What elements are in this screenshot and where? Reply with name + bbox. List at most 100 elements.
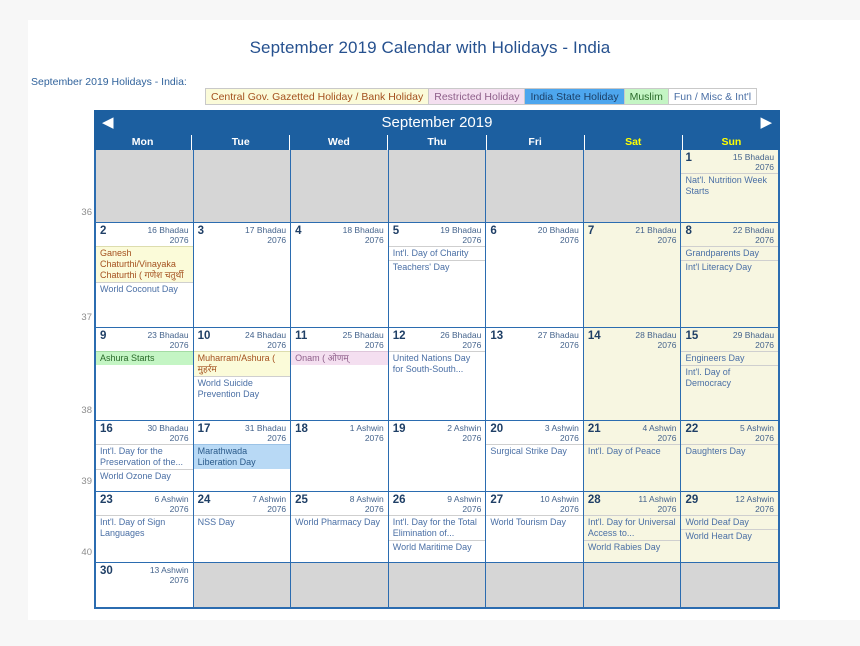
day-header: 26 9 Ashwin 2076 xyxy=(389,492,486,515)
next-month-arrow-icon[interactable]: ▶ xyxy=(760,115,772,130)
day-cell-19[interactable]: 19 2 Ashwin 2076 xyxy=(388,421,487,491)
day-cell-22[interactable]: 22 5 Ashwin 2076 Daughters Day xyxy=(681,421,779,491)
day-cell-10[interactable]: 10 24 Bhadau 2076 Muharram/Ashura ( मुहर्रम… xyxy=(193,328,292,420)
event-item[interactable]: Surgical Strike Day xyxy=(486,444,583,458)
event-item[interactable]: Marathwada Liberation Day xyxy=(193,444,291,469)
event-item[interactable]: World Deaf Day xyxy=(681,515,779,529)
day-cell-13[interactable]: 13 27 Bhadau 2076 xyxy=(486,328,584,420)
calendar-widget: ◀ September 2019 ▶ Mon Tue Wed Thu Fri Sat Sun… xyxy=(94,110,780,609)
hindu-calendar-date: 30 Bhadau 2076 xyxy=(147,423,189,443)
event-item[interactable]: Int'l. Day of Democracy xyxy=(681,365,779,390)
day-cell-24[interactable]: 24 7 Ashwin 2076 NSS Day xyxy=(193,492,292,562)
day-cell-14[interactable]: 14 28 Bhadau 2076 xyxy=(583,328,682,420)
calendar-page: September 2019 Calendar with Holidays - … xyxy=(0,0,860,646)
day-header: 5 19 Bhadau 2076 xyxy=(389,223,486,246)
day-header-tue: Tue xyxy=(192,135,291,150)
event-item[interactable]: World Coconut Day xyxy=(96,282,193,296)
day-cell-29[interactable]: 29 12 Ashwin 2076 World Deaf Day World Heart… xyxy=(681,492,779,562)
day-cell-15[interactable]: 15 29 Bhadau 2076 Engineers Day Int'l. Day o… xyxy=(681,328,779,420)
week-row: 2 16 Bhadau 2076 Ganesh Chaturthi/Vinayaka … xyxy=(96,223,779,328)
day-header: 24 7 Ashwin 2076 xyxy=(194,492,291,515)
event-item[interactable]: World Pharmacy Day xyxy=(291,515,388,529)
day-events: World Pharmacy Day xyxy=(291,515,388,529)
event-item[interactable]: United Nations Day for South-South... xyxy=(388,351,486,376)
event-item[interactable]: Ganesh Chaturthi/Vinayaka Chaturthi ( गण… xyxy=(96,246,193,282)
day-number: 24 xyxy=(197,494,211,506)
hindu-date-year: 2076 xyxy=(169,340,189,350)
event-item[interactable]: Int'l. Day of Peace xyxy=(583,444,681,458)
hindu-date-year: 2076 xyxy=(169,235,189,245)
event-item[interactable]: Int'l. Day of Charity xyxy=(388,246,486,260)
event-item[interactable]: Int'l. Day for the Preservation of the..… xyxy=(96,444,193,469)
day-cell-11[interactable]: 11 25 Bhadau 2076 Onam ( ओणम् xyxy=(291,328,389,420)
event-item[interactable]: Grandparents Day xyxy=(681,246,779,260)
day-events: NSS Day xyxy=(193,515,291,529)
event-item[interactable]: Int'l. Day for Universal Access to... xyxy=(583,515,681,540)
hindu-date-day-month: 24 Bhadau xyxy=(245,330,287,340)
event-item[interactable]: Int'l Literacy Day xyxy=(681,260,779,274)
day-cell-4[interactable]: 4 18 Bhadau 2076 xyxy=(291,223,389,327)
hindu-date-year: 2076 xyxy=(755,504,775,514)
week-number: 36 xyxy=(81,207,92,218)
event-item[interactable]: NSS Day xyxy=(193,515,291,529)
day-cell-6[interactable]: 6 20 Bhadau 2076 xyxy=(486,223,584,327)
day-cell-9[interactable]: 9 23 Bhadau 2076 Ashura Starts xyxy=(96,328,194,420)
event-item[interactable]: World Maritime Day xyxy=(388,540,486,554)
hindu-date-day-month: 2 Ashwin xyxy=(447,423,482,433)
day-cell-18[interactable]: 18 1 Ashwin 2076 xyxy=(291,421,389,491)
event-item[interactable]: World Tourism Day xyxy=(486,515,583,529)
day-cell-5[interactable]: 5 19 Bhadau 2076 Int'l. Day of Charity Teach… xyxy=(388,223,487,327)
day-cell-21[interactable]: 21 4 Ashwin 2076 Int'l. Day of Peace xyxy=(583,421,682,491)
page-title: September 2019 Calendar with Holidays - … xyxy=(249,38,611,57)
hindu-date-year: 2076 xyxy=(657,340,677,350)
day-header: 20 3 Ashwin 2076 xyxy=(486,421,583,444)
event-item[interactable]: Int'l. Day of Sign Languages xyxy=(96,515,193,540)
day-cell-26[interactable]: 26 9 Ashwin 2076 Int'l. Day for the Total E… xyxy=(388,492,487,562)
day-events: Int'l. Day of Peace xyxy=(583,444,681,458)
day-cell-30[interactable]: 30 13 Ashwin 2076 xyxy=(96,563,194,607)
day-header: 16 30 Bhadau 2076 xyxy=(96,421,193,444)
prev-month-arrow-icon[interactable]: ◀ xyxy=(102,115,114,130)
event-item[interactable]: Int'l. Day for the Total Elimination of.… xyxy=(388,515,486,540)
day-cell-8[interactable]: 8 22 Bhadau 2076 Grandparents Day Int'l Lite… xyxy=(681,223,779,327)
day-cell-empty xyxy=(583,150,682,222)
day-events: Onam ( ओणम् xyxy=(291,351,388,365)
day-cell-28[interactable]: 28 11 Ashwin 2076 Int'l. Day for Universal … xyxy=(583,492,682,562)
day-cell-20[interactable]: 20 3 Ashwin 2076 Surgical Strike Day xyxy=(486,421,584,491)
day-number: 13 xyxy=(490,330,504,342)
event-item[interactable]: Ashura Starts xyxy=(96,351,193,365)
day-cell-1[interactable]: 1 15 Bhadau 2076 Nat'l. Nutrition Week Star… xyxy=(681,150,779,222)
day-cell-27[interactable]: 27 10 Ashwin 2076 World Tourism Day xyxy=(486,492,584,562)
event-item[interactable]: Engineers Day xyxy=(681,351,779,365)
event-item[interactable]: Onam ( ओणम् xyxy=(291,351,388,365)
day-header-mon: Mon xyxy=(94,135,193,150)
day-events: Grandparents Day Int'l Literacy Day xyxy=(681,246,779,274)
event-item[interactable]: Muharram/Ashura ( मुहर्रम xyxy=(193,351,291,376)
day-of-week-header-row: Mon Tue Wed Thu Fri Sat Sun xyxy=(94,135,780,150)
day-number: 14 xyxy=(587,330,601,342)
day-header: 11 25 Bhadau 2076 xyxy=(291,328,388,351)
event-item[interactable]: Daughters Day xyxy=(681,444,779,458)
day-cell-2[interactable]: 2 16 Bhadau 2076 Ganesh Chaturthi/Vinayaka … xyxy=(96,223,194,327)
hindu-date-year: 2076 xyxy=(169,504,189,514)
day-cell-3[interactable]: 3 17 Bhadau 2076 xyxy=(193,223,292,327)
event-item[interactable]: Nat'l. Nutrition Week Starts xyxy=(681,173,779,198)
day-cell-16[interactable]: 16 30 Bhadau 2076 Int'l. Day for the Preser… xyxy=(96,421,194,491)
day-header: 21 4 Ashwin 2076 xyxy=(584,421,681,444)
event-item[interactable]: World Rabies Day xyxy=(583,540,681,554)
hindu-date-day-month: 3 Ashwin xyxy=(544,423,579,433)
day-cell-25[interactable]: 25 8 Ashwin 2076 World Pharmacy Day xyxy=(291,492,389,562)
hindu-date-year: 2076 xyxy=(364,235,384,245)
event-item[interactable]: World Heart Day xyxy=(681,529,779,543)
hindu-date-year: 2076 xyxy=(657,433,677,443)
hindu-date-day-month: 7 Ashwin xyxy=(252,494,287,504)
event-item[interactable]: World Ozone Day xyxy=(96,469,193,483)
hindu-calendar-date: 22 Bhadau 2076 xyxy=(733,225,775,245)
event-item[interactable]: Teachers' Day xyxy=(388,260,486,274)
day-cell-12[interactable]: 12 26 Bhadau 2076 United Nations Day for So… xyxy=(388,328,487,420)
day-cell-7[interactable]: 7 21 Bhadau 2076 xyxy=(583,223,682,327)
day-cell-17[interactable]: 17 31 Bhadau 2076 Marathwada Liberation Day xyxy=(193,421,292,491)
day-cell-23[interactable]: 23 6 Ashwin 2076 Int'l. Day of Sign Languag… xyxy=(96,492,194,562)
event-item[interactable]: World Suicide Prevention Day xyxy=(193,376,291,401)
hindu-calendar-date: 24 Bhadau 2076 xyxy=(245,330,287,350)
